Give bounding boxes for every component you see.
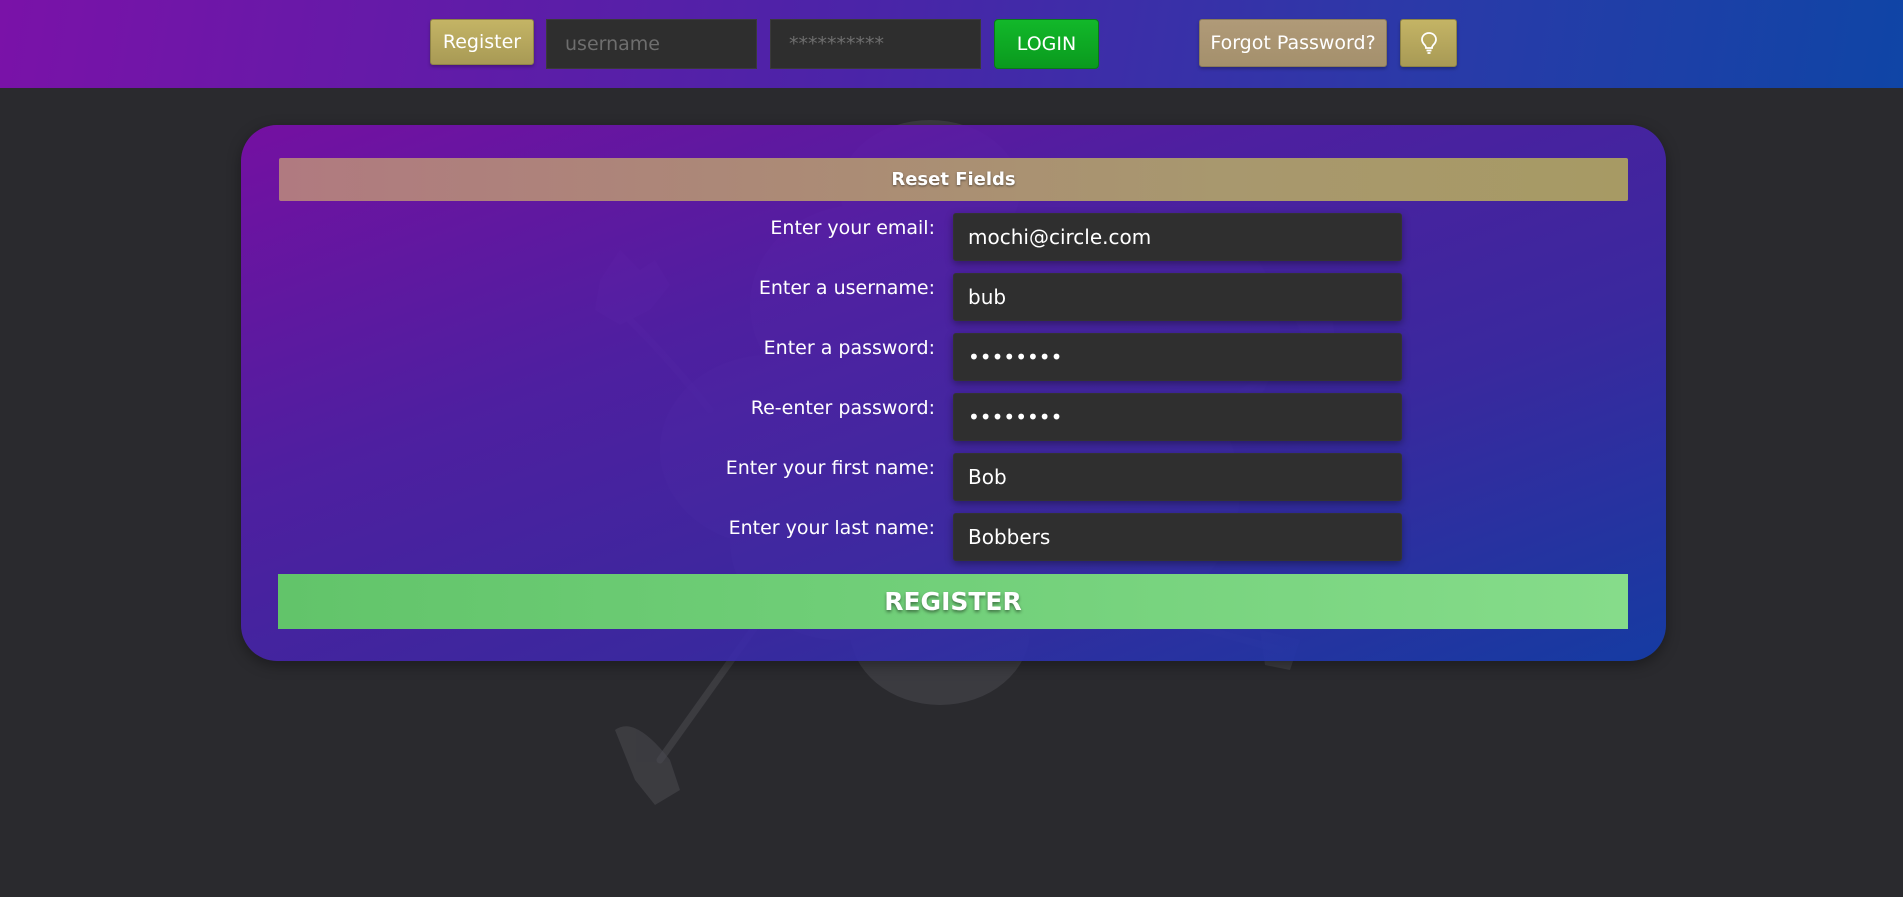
form-row-email: Enter your email: bbox=[241, 213, 1666, 261]
form-row-last-name: Enter your last name: bbox=[241, 513, 1666, 561]
last-name-field[interactable] bbox=[953, 513, 1402, 561]
last-name-label: Enter your last name: bbox=[728, 517, 935, 539]
register-submit-button[interactable]: REGISTER bbox=[278, 574, 1628, 629]
register-nav-button[interactable]: Register bbox=[430, 19, 534, 65]
first-name-label: Enter your first name: bbox=[725, 457, 935, 479]
email-field[interactable] bbox=[953, 213, 1402, 261]
form-row-username: Enter a username: bbox=[241, 273, 1666, 321]
username-field[interactable] bbox=[953, 273, 1402, 321]
password-field[interactable] bbox=[953, 333, 1402, 381]
lightbulb-icon bbox=[1420, 32, 1437, 54]
login-username-input[interactable] bbox=[546, 19, 757, 69]
login-button[interactable]: LOGIN bbox=[994, 19, 1099, 69]
confirm-password-field[interactable] bbox=[953, 393, 1402, 441]
form-row-password: Enter a password: bbox=[241, 333, 1666, 381]
password-label: Enter a password: bbox=[763, 337, 935, 359]
username-label: Enter a username: bbox=[758, 277, 935, 299]
email-label: Enter your email: bbox=[770, 217, 935, 239]
form-row-first-name: Enter your first name: bbox=[241, 453, 1666, 501]
registration-card: Reset Fields Enter your email: Enter a u… bbox=[241, 125, 1666, 661]
first-name-field[interactable] bbox=[953, 453, 1402, 501]
reset-fields-button[interactable]: Reset Fields bbox=[279, 158, 1628, 201]
theme-toggle-button[interactable] bbox=[1400, 19, 1457, 67]
form-row-confirm-password: Re-enter password: bbox=[241, 393, 1666, 441]
header-bar: Register LOGIN Forgot Password? bbox=[0, 0, 1903, 88]
login-password-input[interactable] bbox=[770, 19, 981, 69]
confirm-password-label: Re-enter password: bbox=[750, 397, 935, 419]
forgot-password-button[interactable]: Forgot Password? bbox=[1199, 19, 1387, 67]
